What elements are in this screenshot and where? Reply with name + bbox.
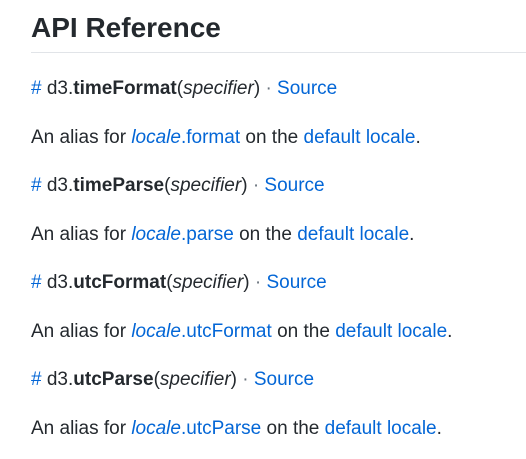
locale-method-link[interactable]: locale.format xyxy=(131,127,240,148)
separator-dot: · xyxy=(242,369,249,390)
description-text: on the xyxy=(240,127,304,148)
source-link[interactable]: Source xyxy=(264,175,324,196)
function-name: timeFormat xyxy=(73,78,177,99)
method-name: .utcFormat xyxy=(180,321,272,342)
source-link[interactable]: Source xyxy=(277,78,337,99)
close-paren: ) xyxy=(253,78,261,99)
function-signature-utcformat: # d3.utcFormat(specifier) · Source xyxy=(31,271,327,295)
description-period: . xyxy=(409,224,415,245)
locale-word: locale xyxy=(131,418,181,439)
default-locale-link[interactable]: default locale xyxy=(335,321,447,342)
default-locale-link[interactable]: default locale xyxy=(325,418,437,439)
permalink-anchor[interactable]: # xyxy=(31,78,42,99)
function-name: utcFormat xyxy=(73,272,167,293)
method-name: .utcParse xyxy=(180,418,262,439)
description-period: . xyxy=(447,321,453,342)
locale-method-link[interactable]: locale.parse xyxy=(131,224,233,245)
separator-dot: · xyxy=(252,175,260,196)
close-paren: ) xyxy=(241,175,248,196)
function-argument: specifier xyxy=(170,175,242,196)
locale-word: locale xyxy=(131,224,181,245)
close-paren: ) xyxy=(243,272,250,293)
description-text: An alias for xyxy=(31,224,132,245)
function-name: utcParse xyxy=(73,369,154,390)
method-name: .format xyxy=(180,127,241,148)
description-text: An alias for xyxy=(31,127,132,148)
function-description-timeparse: An alias for locale.parse on the default… xyxy=(31,223,414,247)
separator-dot: · xyxy=(265,78,272,99)
locale-method-link[interactable]: locale.utcParse xyxy=(131,418,261,439)
function-argument: specifier xyxy=(172,272,244,293)
locale-word: locale xyxy=(131,321,181,342)
function-argument: specifier xyxy=(183,78,254,99)
locale-method-link[interactable]: locale.utcFormat xyxy=(131,321,271,342)
function-signature-utcparse: # d3.utcParse(specifier) · Source xyxy=(31,368,314,392)
function-description-utcformat: An alias for locale.utcFormat on the def… xyxy=(31,320,452,344)
function-signature-timeformat: # d3.timeFormat(specifier) · Source xyxy=(31,77,337,101)
separator-dot: · xyxy=(254,272,262,293)
function-prefix: d3. xyxy=(46,175,74,196)
function-signature-timeparse: # d3.timeParse(specifier) · Source xyxy=(31,174,325,198)
description-text: on the xyxy=(271,321,336,342)
description-text: on the xyxy=(261,418,325,439)
function-prefix: d3. xyxy=(46,78,74,99)
page-heading: API Reference xyxy=(31,12,221,43)
source-link[interactable]: Source xyxy=(266,272,326,293)
method-name: .parse xyxy=(180,224,234,245)
permalink-anchor[interactable]: # xyxy=(31,175,42,196)
description-period: . xyxy=(415,127,421,148)
description-text: An alias for xyxy=(31,321,132,342)
function-prefix: d3. xyxy=(46,272,74,293)
locale-word: locale xyxy=(131,127,181,148)
close-paren: ) xyxy=(230,369,237,390)
heading-divider xyxy=(31,52,526,53)
function-description-utcparse: An alias for locale.utcParse on the defa… xyxy=(31,417,442,441)
permalink-anchor[interactable]: # xyxy=(31,272,42,293)
permalink-anchor[interactable]: # xyxy=(31,369,42,390)
function-argument: specifier xyxy=(159,369,231,390)
function-prefix: d3. xyxy=(46,369,74,390)
default-locale-link[interactable]: default locale xyxy=(297,224,409,245)
description-period: . xyxy=(436,418,442,439)
function-name: timeParse xyxy=(73,175,165,196)
source-link[interactable]: Source xyxy=(254,369,314,390)
function-description-timeformat: An alias for locale.format on the defaul… xyxy=(31,126,421,150)
description-text: An alias for xyxy=(31,418,132,439)
default-locale-link[interactable]: default locale xyxy=(304,127,416,148)
description-text: on the xyxy=(233,224,298,245)
